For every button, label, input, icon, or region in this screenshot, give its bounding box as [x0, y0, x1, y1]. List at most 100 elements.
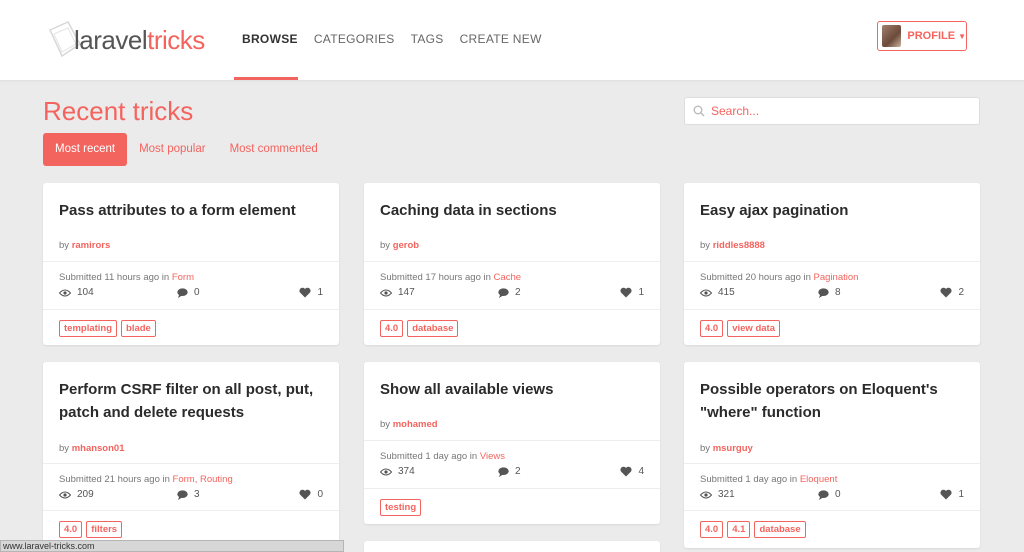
author-link[interactable]: gerob [393, 240, 419, 251]
comments-stat: 3 [177, 489, 200, 500]
submitted-info: Submitted 20 hours ago in Pagination [700, 272, 858, 283]
tab-most-commented[interactable]: Most commented [218, 133, 330, 166]
submitted-info: Submitted 21 hours ago in Form, Routing [59, 474, 233, 485]
trick-title[interactable]: Caching data in sections [380, 199, 648, 222]
tag-badge[interactable]: 4.0 [700, 521, 724, 538]
category-link[interactable]: Form [172, 272, 194, 283]
heart-icon[interactable] [940, 287, 952, 298]
heart-icon[interactable] [620, 466, 632, 477]
trick-title[interactable]: Possible operators on Eloquent's "where"… [700, 378, 968, 424]
likes-count: 2 [958, 287, 964, 298]
tag-badge[interactable]: filters [86, 521, 123, 538]
trick-card[interactable]: Caching data in sections by gerob Submit… [364, 183, 660, 345]
search-input[interactable] [709, 103, 963, 119]
views-count: 374 [398, 466, 415, 477]
tag-badge[interactable]: database [407, 320, 459, 337]
profile-dropdown-button[interactable]: PROFILE ▼ [877, 21, 967, 51]
tag-badge[interactable]: view data [727, 320, 780, 337]
trick-title[interactable]: Easy ajax pagination [700, 199, 968, 222]
divider [364, 440, 660, 441]
trick-title[interactable]: Pass attributes to a form element [59, 199, 327, 222]
eye-icon [380, 468, 392, 475]
comments-stat: 8 [818, 287, 841, 298]
likes-count: 4 [638, 466, 644, 477]
trick-title[interactable]: Perform CSRF filter on all post, put, pa… [59, 378, 327, 424]
category-link[interactable]: Pagination [814, 272, 859, 283]
trick-card[interactable]: Possible operators on Eloquent's "where"… [684, 362, 980, 548]
tag-badge[interactable]: 4.0 [380, 320, 404, 337]
trick-card[interactable]: Pass attributes to a form element by ram… [43, 183, 339, 345]
eye-icon [59, 491, 71, 498]
author-link[interactable]: riddles8888 [713, 240, 765, 251]
comments-count: 2 [515, 466, 521, 477]
top-header: laraveltricks BROWSE CATEGORIES TAGS CRE… [0, 0, 1024, 80]
nav-categories[interactable]: CATEGORIES [314, 32, 395, 46]
author-link[interactable]: mohamed [393, 419, 438, 430]
tab-most-recent[interactable]: Most recent [43, 133, 128, 166]
tag-badge[interactable]: testing [380, 499, 422, 516]
tab-most-popular[interactable]: Most popular [127, 133, 217, 166]
comment-icon [818, 489, 829, 500]
trick-card-partial[interactable] [364, 541, 660, 552]
tag-badge[interactable]: database [754, 521, 806, 538]
search-box [684, 97, 980, 125]
divider [43, 309, 339, 310]
likes-count: 1 [638, 287, 644, 298]
trick-card[interactable]: Show all available views by mohamed Subm… [364, 362, 660, 524]
submitted-text: Submitted 17 hours ago in [380, 272, 494, 283]
heart-icon[interactable] [299, 287, 311, 298]
views-stat: 374 [380, 466, 415, 477]
trick-card[interactable]: Easy ajax pagination by riddles8888 Subm… [684, 183, 980, 345]
views-stat: 147 [380, 287, 415, 298]
category-link[interactable]: Cache [494, 272, 521, 283]
trick-title[interactable]: Show all available views [380, 378, 648, 401]
trick-author: by msurguy [700, 443, 753, 454]
nav-browse[interactable]: BROWSE [242, 32, 298, 46]
tag-badge[interactable]: 4.1 [727, 521, 751, 538]
tag-badge[interactable]: 4.0 [700, 320, 724, 337]
category-link[interactable]: Form, Routing [173, 474, 233, 485]
comments-stat: 2 [498, 287, 521, 298]
heart-icon[interactable] [299, 489, 311, 500]
trick-author: by ramirors [59, 240, 110, 251]
caret-down-icon: ▼ [958, 31, 966, 41]
comments-stat: 2 [498, 466, 521, 477]
site-logo[interactable]: laraveltricks [46, 16, 205, 64]
divider [684, 463, 980, 464]
trick-card[interactable]: Perform CSRF filter on all post, put, pa… [43, 362, 339, 552]
author-link[interactable]: mhanson01 [72, 443, 125, 454]
logo-text-tricks: tricks [147, 24, 205, 55]
comments-count: 0 [835, 489, 841, 500]
nav-tags[interactable]: TAGS [411, 32, 444, 46]
comment-icon [818, 287, 829, 298]
tag-badge[interactable]: 4.0 [59, 521, 83, 538]
page-title: Recent tricks [43, 96, 194, 126]
divider [684, 261, 980, 262]
filter-tabs: Most recent Most popular Most commented [43, 133, 330, 166]
views-stat: 104 [59, 287, 94, 298]
likes-stat: 0 [299, 489, 323, 500]
search-icon [693, 105, 705, 117]
category-link[interactable]: Eloquent [800, 474, 838, 485]
tag-list: 4.0 database [380, 320, 462, 337]
author-link[interactable]: ramirors [72, 240, 111, 251]
by-label: by [59, 240, 72, 251]
category-link[interactable]: Views [480, 451, 505, 462]
comments-count: 8 [835, 287, 841, 298]
by-label: by [59, 443, 72, 454]
browser-status-bar: www.laravel-tricks.com [0, 540, 344, 552]
trick-author: by riddles8888 [700, 240, 765, 251]
comment-icon [498, 466, 509, 477]
nav-create-new[interactable]: CREATE NEW [460, 32, 542, 46]
submitted-info: Submitted 11 hours ago in Form [59, 272, 194, 283]
trick-stats: 104 0 1 [59, 287, 323, 301]
profile-label: PROFILE [907, 30, 956, 42]
comment-icon [177, 287, 188, 298]
logo-text-laravel: laravel [74, 24, 148, 55]
author-link[interactable]: msurguy [713, 443, 753, 454]
by-label: by [700, 240, 713, 251]
tag-badge[interactable]: blade [121, 320, 156, 337]
heart-icon[interactable] [620, 287, 632, 298]
tag-badge[interactable]: templating [59, 320, 118, 337]
heart-icon[interactable] [940, 489, 952, 500]
